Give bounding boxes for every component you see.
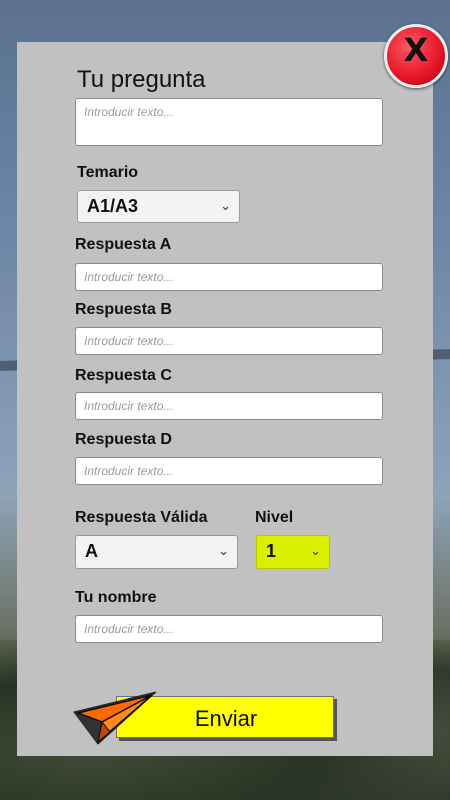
respuesta-c-label: Respuesta C bbox=[75, 367, 172, 384]
respuesta-valida-select[interactable]: A ⌄ bbox=[75, 535, 238, 569]
temario-label: Temario bbox=[77, 164, 139, 181]
chevron-down-icon: ⌄ bbox=[218, 543, 229, 558]
nombre-input[interactable]: Introducir texto... bbox=[75, 615, 383, 643]
respuesta-c-input[interactable]: Introducir texto... bbox=[75, 392, 383, 420]
chevron-down-icon: ⌄ bbox=[310, 543, 321, 558]
form-title: Tu pregunta bbox=[77, 66, 206, 93]
respuesta-d-label: Respuesta D bbox=[75, 431, 172, 448]
close-icon: X bbox=[403, 31, 429, 69]
nivel-value: 1 bbox=[266, 541, 277, 561]
respuesta-valida-value: A bbox=[85, 541, 98, 561]
respuesta-d-input[interactable]: Introducir texto... bbox=[75, 457, 383, 485]
temario-select[interactable]: A1/A3 ⌄ bbox=[77, 190, 240, 223]
question-input[interactable]: Introducir texto... bbox=[75, 98, 383, 146]
close-button[interactable]: X bbox=[384, 24, 448, 88]
respuesta-b-input[interactable]: Introducir texto... bbox=[75, 327, 383, 355]
temario-value: A1/A3 bbox=[87, 196, 139, 216]
nombre-label: Tu nombre bbox=[75, 589, 157, 606]
respuesta-a-input[interactable]: Introducir texto... bbox=[75, 263, 383, 291]
nivel-select[interactable]: 1 ⌄ bbox=[256, 535, 330, 569]
chevron-down-icon: ⌄ bbox=[220, 198, 231, 213]
paper-plane-icon bbox=[73, 691, 157, 745]
respuesta-b-label: Respuesta B bbox=[75, 301, 172, 318]
respuesta-valida-label: Respuesta Válida bbox=[75, 509, 208, 526]
nivel-label: Nivel bbox=[255, 509, 294, 526]
respuesta-a-label: Respuesta A bbox=[75, 236, 172, 253]
